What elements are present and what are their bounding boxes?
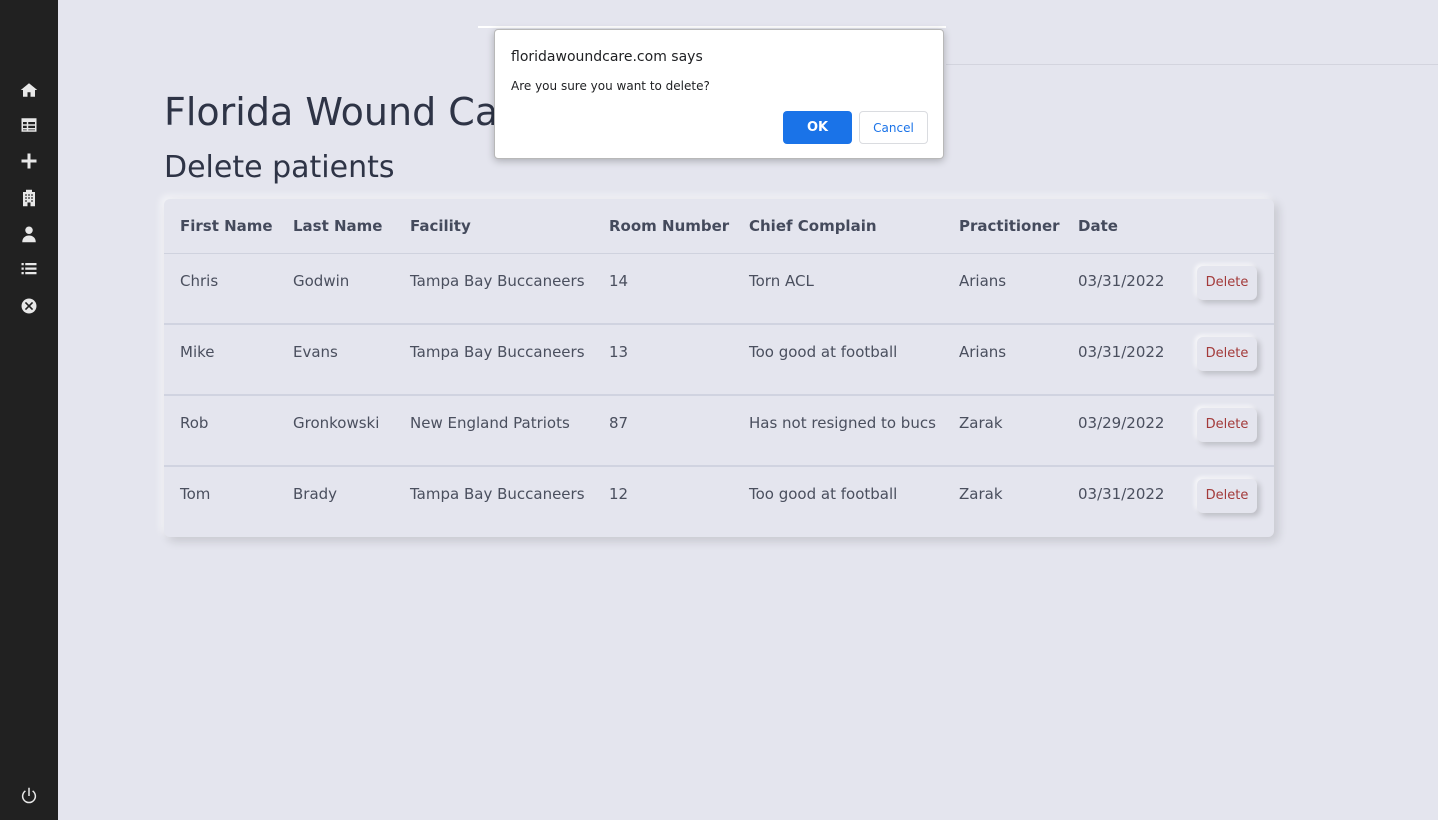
- patients-table-card: First Name Last Name Facility Room Numbe…: [164, 199, 1274, 537]
- home-icon[interactable]: [17, 78, 41, 102]
- column-header: Chief Complain: [733, 199, 943, 254]
- cell-facility: Tampa Bay Buccaneers: [410, 485, 585, 503]
- page-subtitle: Delete patients: [164, 150, 395, 185]
- table-header-row: First Name Last Name Facility Room Numbe…: [164, 199, 1274, 254]
- cell-first-name: Tom: [180, 485, 211, 503]
- cell-facility: Tampa Bay Buccaneers: [394, 324, 593, 396]
- cell-complaint: Torn ACL: [733, 253, 943, 325]
- topbar-divider: [478, 26, 946, 28]
- column-header: Practitioner: [943, 199, 1062, 254]
- cell-date: 03/29/2022: [1062, 395, 1181, 467]
- cell-complaint: Too good at football: [749, 485, 898, 503]
- table-icon[interactable]: [17, 113, 41, 137]
- delete-button[interactable]: Delete: [1197, 265, 1257, 300]
- cell-practitioner: Arians: [943, 253, 1062, 325]
- cell-room: 13: [593, 324, 733, 396]
- topbar-divider: [946, 64, 1438, 65]
- sidebar: [0, 0, 58, 820]
- patients-table: First Name Last Name Facility Room Numbe…: [164, 199, 1274, 537]
- table-row: Tom Brady Tampa Bay Buccaneers 12 Too go…: [164, 466, 1274, 537]
- cell-first-name: Rob: [164, 395, 277, 467]
- delete-button[interactable]: Delete: [1197, 408, 1257, 442]
- column-header: Date: [1062, 199, 1181, 254]
- cell-last-name: Evans: [277, 324, 394, 396]
- table-row: Mike Evans Tampa Bay Buccaneers 13 Too g…: [164, 324, 1274, 396]
- power-icon[interactable]: [17, 784, 41, 808]
- cell-actions: Delete: [1181, 466, 1274, 537]
- page-title: Florida Wound Car: [164, 90, 514, 134]
- cell-actions: Delete: [1181, 395, 1274, 467]
- cell-room: 12: [609, 485, 629, 503]
- list-icon[interactable]: [17, 257, 41, 281]
- cell-last-name: Gronkowski: [277, 395, 394, 467]
- cell-complaint: Has not resigned to bucs: [733, 395, 943, 467]
- plus-icon[interactable]: [17, 149, 41, 173]
- cell-actions: Delete: [1181, 324, 1274, 396]
- column-header: Room Number: [593, 199, 733, 254]
- cell-practitioner: Arians: [943, 324, 1062, 396]
- column-header: Last Name: [277, 199, 394, 254]
- ok-button[interactable]: OK: [783, 111, 852, 144]
- cell-last-name: Brady: [293, 485, 338, 503]
- delete-button[interactable]: Delete: [1197, 337, 1257, 371]
- close-circle-icon[interactable]: [17, 294, 41, 318]
- cell-last-name: Godwin: [277, 253, 394, 325]
- cancel-button[interactable]: Cancel: [859, 111, 928, 144]
- delete-button[interactable]: Delete: [1197, 479, 1257, 513]
- table-row: Rob Gronkowski New England Patriots 87 H…: [164, 395, 1274, 467]
- cell-room: 14: [593, 253, 733, 325]
- cell-room: 87: [593, 395, 733, 467]
- column-header-actions: [1181, 199, 1274, 254]
- confirm-dialog: floridawoundcare.com says Are you sure y…: [494, 29, 944, 159]
- cell-date: 03/31/2022: [1078, 485, 1165, 503]
- hospital-icon[interactable]: [17, 186, 41, 210]
- dialog-title: floridawoundcare.com says: [511, 49, 703, 65]
- cell-complaint: Too good at football: [733, 324, 943, 396]
- cell-facility: New England Patriots: [394, 395, 593, 467]
- cell-practitioner: Zarak: [943, 395, 1062, 467]
- column-header: Facility: [394, 199, 593, 254]
- cell-facility: Tampa Bay Buccaneers: [394, 253, 593, 325]
- cell-date: 03/31/2022: [1062, 253, 1181, 325]
- cell-date: 03/31/2022: [1062, 324, 1181, 396]
- table-row: Chris Godwin Tampa Bay Buccaneers 14 Tor…: [164, 253, 1274, 325]
- dialog-message: Are you sure you want to delete?: [511, 79, 710, 93]
- column-header: First Name: [164, 199, 277, 254]
- cell-first-name: Chris: [164, 253, 277, 325]
- cell-first-name: Mike: [164, 324, 277, 396]
- cell-practitioner: Zarak: [959, 485, 1003, 503]
- doctor-icon[interactable]: [17, 222, 41, 246]
- cell-actions: Delete: [1181, 253, 1274, 325]
